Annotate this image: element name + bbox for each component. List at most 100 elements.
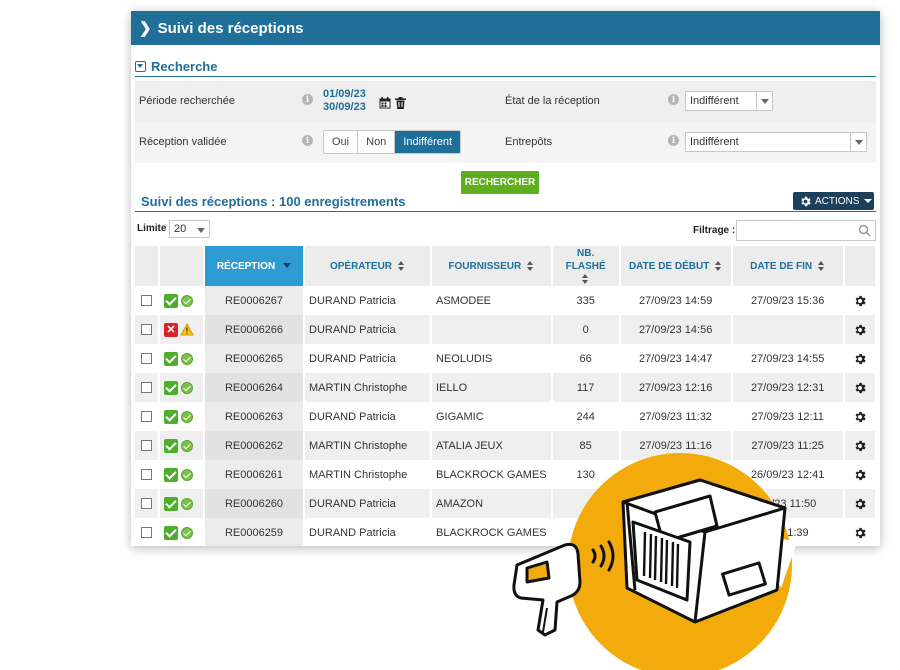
validee-option-non[interactable]: Non: [358, 131, 396, 153]
operateur-cell: MARTIN Christophe: [305, 431, 432, 460]
nb-flashe-cell: 244: [552, 402, 621, 431]
etat-select-value: Indifférent: [690, 95, 739, 107]
row-select-cell[interactable]: [135, 518, 160, 546]
row-checkbox[interactable]: [141, 382, 152, 394]
validee-option-indifferent[interactable]: Indifférent: [395, 131, 461, 153]
validated-check-icon: [164, 351, 178, 366]
row-checkbox[interactable]: [141, 527, 152, 539]
table-row[interactable]: RE0006265 DURAND Patricia NEOLUDIS 66 27/09/…: [135, 344, 877, 373]
reception-cell[interactable]: RE0006261: [205, 460, 305, 489]
status-cell: ✕: [160, 315, 205, 344]
actions-button[interactable]: ACTIONS: [793, 192, 874, 210]
row-select-cell[interactable]: [135, 373, 160, 402]
reception-cell[interactable]: RE0006266: [205, 315, 305, 344]
row-checkbox[interactable]: [141, 440, 152, 452]
row-actions-column-header: [844, 246, 877, 286]
select-column-header: [135, 246, 160, 286]
row-select-cell[interactable]: [135, 402, 160, 431]
nb-flashe-cell: 117: [552, 373, 621, 402]
reception-cell[interactable]: RE0006262: [205, 431, 305, 460]
info-icon[interactable]: i: [302, 94, 313, 105]
collapse-icon[interactable]: [135, 61, 146, 72]
filter-label: Filtrage :: [693, 225, 736, 236]
reception-cell[interactable]: RE0006260: [205, 489, 305, 518]
page-title: Suivi des réceptions: [157, 19, 304, 37]
info-icon[interactable]: i: [668, 94, 679, 105]
date-fin-cell: 27/09/23 14:55: [732, 344, 845, 373]
limit-select[interactable]: 20: [169, 220, 210, 238]
filter-input[interactable]: [736, 220, 876, 241]
row-select-cell[interactable]: [135, 460, 160, 489]
row-checkbox[interactable]: [141, 295, 152, 307]
success-circle-icon: [181, 497, 193, 510]
reception-cell[interactable]: RE0006265: [205, 344, 305, 373]
row-actions-cell[interactable]: [844, 344, 877, 373]
column-header-operateur[interactable]: OPÉRATEUR: [305, 246, 432, 286]
operateur-cell: MARTIN Christophe: [305, 460, 432, 489]
table-row[interactable]: RE0006264 MARTIN Christophe IELLO 117 27/09/…: [135, 373, 877, 402]
reception-cell[interactable]: RE0006264: [205, 373, 305, 402]
nb-flashe-cell: 66: [552, 344, 621, 373]
status-cell: [160, 460, 205, 489]
row-checkbox[interactable]: [141, 324, 152, 336]
chevron-right-icon: ❯: [139, 20, 152, 37]
row-select-cell[interactable]: [135, 489, 160, 518]
table-row[interactable]: ✕ RE0006266 DURAND Patricia 0 27/09/23 14:56: [135, 315, 877, 344]
validee-toggle[interactable]: Oui Non Indifférent: [323, 130, 462, 154]
reception-cell[interactable]: RE0006263: [205, 402, 305, 431]
search-button[interactable]: RECHERCHER: [461, 171, 539, 194]
calendar-icon[interactable]: [379, 97, 391, 109]
column-header-nb-flashe[interactable]: NB. FLASHÉ: [552, 246, 621, 286]
row-checkbox[interactable]: [141, 353, 152, 365]
search-section-header[interactable]: Recherche: [135, 57, 876, 77]
row-actions-cell[interactable]: [844, 286, 877, 315]
row-actions-cell[interactable]: [844, 373, 877, 402]
row-select-cell[interactable]: [135, 286, 160, 315]
warning-icon: [180, 323, 194, 336]
fournisseur-cell: NEOLUDIS: [432, 344, 553, 373]
search-icon[interactable]: [858, 224, 871, 237]
row-select-cell[interactable]: [135, 431, 160, 460]
column-header-date-debut[interactable]: DATE DE DÉBUT: [620, 246, 733, 286]
info-icon[interactable]: i: [668, 135, 679, 146]
fournisseur-cell: ASMODEE: [432, 286, 553, 315]
table-row[interactable]: RE0006267 DURAND Patricia ASMODEE 335 27/09/…: [135, 286, 877, 315]
row-select-cell[interactable]: [135, 315, 160, 344]
validee-option-oui[interactable]: Oui: [324, 131, 359, 153]
row-checkbox[interactable]: [141, 498, 152, 510]
date-from[interactable]: 01/09/23: [323, 88, 366, 101]
row-actions-cell[interactable]: [844, 402, 877, 431]
column-header-fournisseur[interactable]: FOURNISSEUR: [432, 246, 553, 286]
status-cell: [160, 431, 205, 460]
row-select-cell[interactable]: [135, 344, 160, 373]
status-cell: [160, 489, 205, 518]
operateur-cell: DURAND Patricia: [305, 315, 432, 344]
status-cell: [160, 373, 205, 402]
column-header-date-fin[interactable]: DATE DE FIN: [732, 246, 845, 286]
operateur-cell: DURAND Patricia: [305, 286, 432, 315]
sort-desc-icon: [283, 263, 292, 269]
column-header-reception[interactable]: RÉCEPTION: [205, 246, 305, 286]
date-range[interactable]: 01/09/23 30/09/23: [323, 88, 366, 114]
trash-icon[interactable]: [395, 97, 406, 109]
gear-icon: [801, 196, 811, 206]
row-actions-cell[interactable]: [844, 315, 877, 344]
reception-cell[interactable]: RE0006259: [205, 518, 305, 546]
chevron-down-icon: [850, 133, 866, 151]
table-header-row: RÉCEPTION OPÉRATEUR FOURNISSEUR NB. FLAS…: [135, 246, 877, 286]
success-circle-icon: [181, 526, 193, 539]
date-to[interactable]: 30/09/23: [323, 101, 366, 114]
date-debut-cell: 27/09/23 12:16: [620, 373, 733, 402]
row-checkbox[interactable]: [141, 411, 152, 423]
divider: [135, 211, 876, 212]
nb-flashe-cell: 335: [552, 286, 621, 315]
date-fin-cell: 27/09/23 12:31: [732, 373, 845, 402]
reception-cell[interactable]: RE0006267: [205, 286, 305, 315]
operateur-cell: DURAND Patricia: [305, 489, 432, 518]
etat-select[interactable]: Indifférent: [685, 91, 773, 111]
entrepots-select[interactable]: Indifférent: [685, 132, 867, 152]
info-icon[interactable]: i: [302, 135, 313, 146]
row-checkbox[interactable]: [141, 469, 152, 481]
etat-label: État de la réception: [505, 95, 600, 107]
table-row[interactable]: RE0006263 DURAND Patricia GIGAMIC 244 27/09/…: [135, 402, 877, 431]
